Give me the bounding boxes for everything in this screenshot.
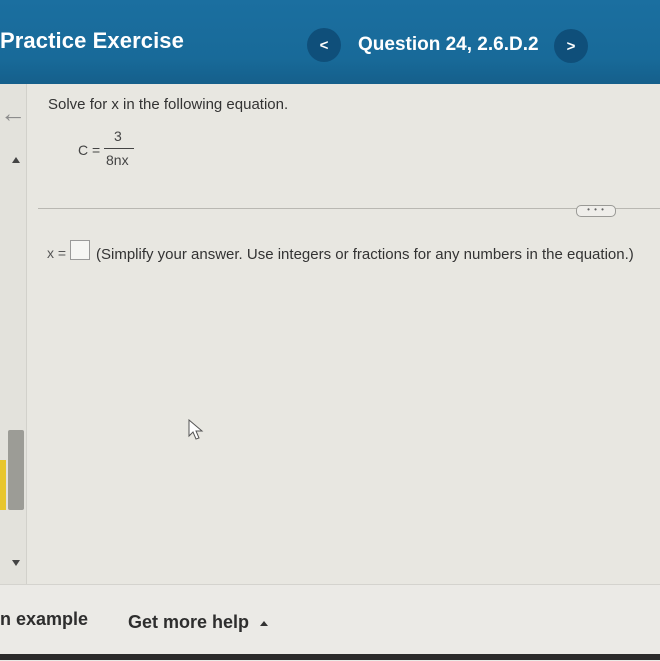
fraction-bar	[104, 148, 134, 149]
mouse-pointer-icon	[188, 419, 204, 440]
chevron-left-icon: <	[319, 36, 329, 54]
back-arrow-icon[interactable]: ←	[0, 100, 26, 126]
question-label: Question 24, 2.6.D.2	[358, 34, 539, 55]
answer-input[interactable]	[70, 240, 90, 260]
scroll-up-arrow-icon[interactable]	[12, 157, 20, 163]
answer-prefix: x =	[47, 245, 67, 261]
more-options-button[interactable]: • • •	[576, 205, 616, 217]
scroll-down-arrow-icon[interactable]	[12, 560, 20, 566]
ellipsis-icon: • • •	[587, 205, 605, 214]
section-divider	[38, 208, 660, 209]
fraction-numerator: 3	[114, 128, 122, 144]
chevron-right-icon: >	[566, 37, 576, 55]
view-example-link[interactable]: n example	[0, 609, 88, 630]
app-header: Practice Exercise < Question 24, 2.6.D.2…	[0, 0, 660, 84]
next-question-button[interactable]: >	[554, 29, 588, 63]
get-more-help-link[interactable]: Get more help	[128, 612, 249, 633]
fraction-denominator: 8nx	[106, 152, 129, 168]
equation-lhs: C =	[78, 142, 101, 158]
footer-bar: n example Get more help	[0, 584, 660, 661]
scroll-accent-marker	[0, 460, 6, 510]
bottom-edge-bar	[0, 654, 660, 660]
page-title: Practice Exercise	[0, 28, 184, 53]
previous-question-button[interactable]: <	[307, 28, 341, 62]
answer-hint: (Simplify your answer. Use integers or f…	[96, 246, 634, 263]
instruction-text: Solve for x in the following equation.	[48, 96, 289, 113]
caret-up-icon[interactable]	[260, 621, 268, 626]
scrollbar-thumb[interactable]	[8, 430, 24, 510]
